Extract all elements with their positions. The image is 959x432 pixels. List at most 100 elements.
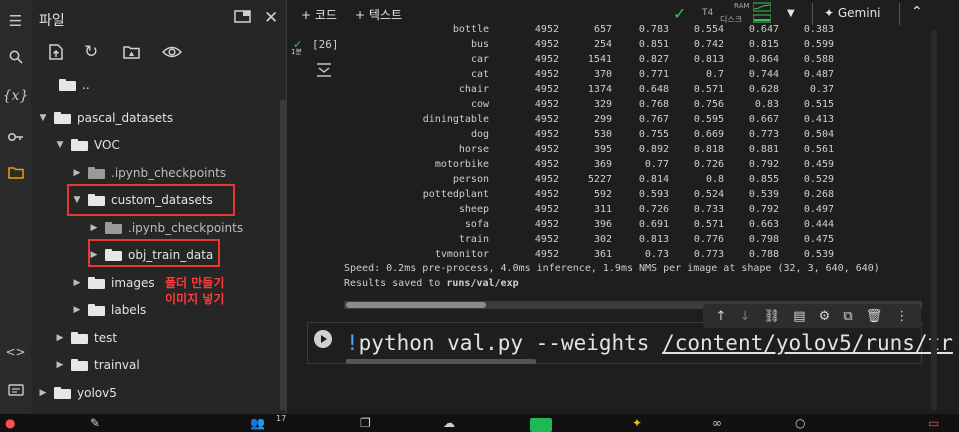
runtime-gpu[interactable]: T4 <box>702 8 713 18</box>
scrollbar-thumb[interactable] <box>346 302 486 308</box>
chevron-up-icon[interactable]: ⌃ <box>911 4 923 20</box>
code-editor[interactable]: !python val.py --weights /content/yolov5… <box>346 331 953 355</box>
metric-cell: 0.539 <box>803 249 834 260</box>
copy-icon[interactable]: ❐ <box>360 416 371 430</box>
add-code-button[interactable]: + 코드 <box>301 6 337 23</box>
comment-icon[interactable]: ▤ <box>793 309 805 324</box>
tree-item-pascal-datasets[interactable]: ▼ pascal_datasets <box>36 107 174 129</box>
tree-item-voc[interactable]: ▼ VOC <box>53 134 120 156</box>
add-text-button[interactable]: + 텍스트 <box>355 6 402 23</box>
delete-icon[interactable]: 🗑 <box>866 309 883 324</box>
tree-item-images[interactable]: ▶ images <box>70 272 155 294</box>
folder-icon <box>71 332 88 344</box>
chevron-right-icon[interactable]: ▶ <box>36 388 50 398</box>
tree-item-label: pascal_datasets <box>77 111 174 125</box>
saved-prefix: Results saved to <box>344 278 447 289</box>
link-icon[interactable]: ∞ <box>712 416 722 430</box>
more-icon[interactable]: ⋮ <box>895 309 908 324</box>
output-menu-icon[interactable] <box>315 62 333 81</box>
class-name-cell: horse <box>458 144 489 155</box>
editor-scrollbar[interactable] <box>346 359 536 364</box>
chevron-right-icon[interactable]: ▶ <box>87 223 101 233</box>
menu-icon[interactable]: ☰ <box>0 12 31 30</box>
tree-item-labels[interactable]: ▶ labels <box>70 299 147 321</box>
chevron-down-icon[interactable]: ▼ <box>36 113 50 123</box>
check-icon: ✓ <box>673 4 687 23</box>
code-icon[interactable]: <> <box>0 345 31 359</box>
saved-line: Results saved to runs/val/exp <box>344 278 519 289</box>
chevron-right-icon[interactable]: ▶ <box>53 333 67 343</box>
tree-item-yolov5[interactable]: ▶ yolov5 <box>36 382 117 404</box>
metric-cell: 0.497 <box>803 204 834 215</box>
annotation-line: 이미지 넣기 <box>165 292 225 306</box>
table-row: motorbike 4952 369 0.77 0.726 0.792 0.459 <box>344 159 944 174</box>
table-row: train 4952 302 0.813 0.776 0.798 0.475 <box>344 234 944 249</box>
parent-directory[interactable]: .. <box>55 74 90 96</box>
refresh-icon[interactable]: ↻ <box>84 42 98 62</box>
chevron-right-icon[interactable]: ▶ <box>70 168 84 178</box>
sparkle-icon: ✦ <box>824 6 838 20</box>
table-row: bus 4952 254 0.851 0.742 0.815 0.599 <box>344 39 944 54</box>
folder-icon[interactable] <box>0 165 31 183</box>
people-icon[interactable]: 👥 <box>250 416 265 430</box>
run-cell-button[interactable] <box>314 330 332 348</box>
class-name-cell: car <box>470 54 489 65</box>
tree-item-test[interactable]: ▶ test <box>53 327 118 349</box>
class-name-cell: motorbike <box>434 159 489 170</box>
tree-item-label: yolov5 <box>77 386 117 400</box>
show-hidden-icon[interactable] <box>161 44 183 63</box>
class-name-cell: dog <box>470 129 489 140</box>
variables-icon[interactable]: {x} <box>0 88 31 104</box>
highlight-box <box>67 184 235 216</box>
panel-title: 파일 <box>39 13 65 29</box>
mount-drive-icon[interactable] <box>123 44 140 63</box>
app-icon[interactable] <box>530 418 552 432</box>
upload-file-icon[interactable] <box>49 44 63 64</box>
code-cell[interactable]: !python val.py --weights /content/yolov5… <box>307 322 953 364</box>
video-icon[interactable]: ▭ <box>928 416 939 430</box>
taskbar: ● ✎ 👥 17 ❐ ☁ ✦ ∞ ○ ▭ <box>0 414 959 432</box>
sparkle-icon[interactable]: ✦ <box>632 416 642 430</box>
highlight-box <box>88 239 220 267</box>
chevron-down-icon[interactable]: ▼ <box>787 8 795 19</box>
table-row: dog 4952 530 0.755 0.669 0.773 0.504 <box>344 129 944 144</box>
table-row: diningtable 4952 299 0.767 0.595 0.667 0.413 <box>344 114 944 129</box>
key-icon[interactable] <box>0 128 31 146</box>
folder-icon <box>88 304 105 316</box>
chevron-right-icon[interactable]: ▶ <box>53 360 67 370</box>
exec-count: [26] <box>312 38 339 51</box>
folder-icon <box>71 359 88 371</box>
notification-icon[interactable]: ● <box>5 416 15 430</box>
resource-meter-icon[interactable] <box>753 2 771 24</box>
panel-scrollbar[interactable] <box>280 100 286 410</box>
search-icon[interactable] <box>0 50 31 68</box>
main-scrollbar[interactable] <box>931 30 937 410</box>
metric-cell: 0.444 <box>803 219 834 230</box>
link-icon[interactable]: ⛓ <box>764 309 781 324</box>
chevron-right-icon[interactable]: ▶ <box>70 305 84 315</box>
tree-item-ipynb-checkpoints[interactable]: ▶ .ipynb_checkpoints <box>70 162 227 184</box>
gemini-button[interactable]: ✦ Gemini <box>824 6 881 20</box>
class-name-cell: bottle <box>452 24 489 35</box>
open-tab-icon[interactable]: ⧉ <box>843 309 852 324</box>
close-icon[interactable]: ✕ <box>264 8 278 28</box>
settings-icon[interactable]: ⚙ <box>819 309 831 324</box>
tree-item-trainval[interactable]: ▶ trainval <box>53 354 140 376</box>
expand-panel-icon[interactable] <box>234 8 251 27</box>
speed-line: Speed: 0.2ms pre-process, 4.0ms inferenc… <box>344 263 880 274</box>
tree-item-ipynb-checkpoints-nested[interactable]: ▶ .ipynb_checkpoints <box>87 217 244 239</box>
class-name-cell: pottedplant <box>422 189 489 200</box>
pen-icon[interactable]: ✎ <box>90 416 100 430</box>
table-row: person 4952 5227 0.814 0.8 0.855 0.529 <box>344 174 944 189</box>
terminal-icon[interactable] <box>0 382 31 400</box>
cloud-icon[interactable]: ☁ <box>443 416 455 430</box>
arrow-down-icon[interactable]: ↓ <box>740 309 751 324</box>
chat-icon[interactable]: ○ <box>795 416 805 430</box>
chevron-right-icon[interactable]: ▶ <box>70 278 84 288</box>
chevron-down-icon[interactable]: ▼ <box>53 140 67 150</box>
code-bang: ! <box>346 331 359 355</box>
arrow-up-icon[interactable]: ↑ <box>716 309 727 324</box>
ram-label: RAM <box>734 2 750 10</box>
table-row: cow 4952 329 0.768 0.756 0.83 0.515 <box>344 99 944 114</box>
table-row: cat 4952 370 0.771 0.7 0.744 0.487 <box>344 69 944 84</box>
